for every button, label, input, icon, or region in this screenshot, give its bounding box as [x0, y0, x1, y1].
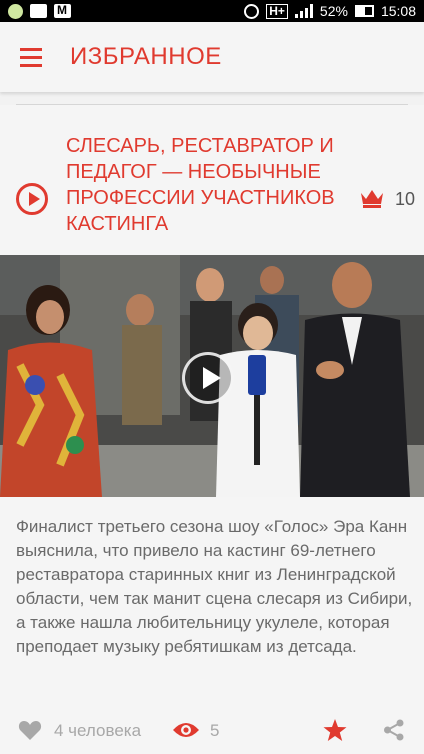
status-bar: H+ 52% 15:08 [0, 0, 424, 22]
battery-percent: 52% [319, 3, 348, 19]
article-title[interactable]: СЛЕСАРЬ, РЕСТАВРАТОР И ПЕДАГОГ — НЕОБЫЧН… [66, 133, 346, 237]
share-icon[interactable] [383, 719, 405, 741]
star-icon[interactable] [323, 718, 347, 742]
network-type: H+ [266, 3, 288, 19]
battery-icon [354, 5, 374, 17]
play-icon[interactable] [16, 183, 48, 215]
image-icon [30, 4, 47, 18]
article-header[interactable]: СЛЕСАРЬ, РЕСТАВРАТОР И ПЕДАГОГ — НЕОБЫЧН… [0, 125, 424, 240]
views-count: 5 [210, 721, 220, 740]
article-image[interactable] [0, 255, 424, 497]
notification-icon [8, 3, 23, 19]
video-play-icon[interactable] [182, 352, 234, 404]
page-title: ИЗБРАННОЕ [70, 43, 222, 70]
eye-icon [173, 723, 199, 737]
crown-count: 10 [395, 189, 416, 209]
hamburger-menu-icon[interactable] [4, 30, 58, 84]
article-card[interactable]: СЛЕСАРЬ, РЕСТАВРАТОР И ПЕДАГОГ — НЕОБЫЧН… [0, 105, 424, 754]
mail-icon [54, 3, 71, 18]
clock: 15:08 [380, 3, 416, 19]
heart-icon[interactable] [18, 719, 42, 741]
likes-count: 4 человека [54, 721, 142, 740]
article-actions: 4 человека 5 [0, 711, 424, 751]
alarm-icon [244, 3, 260, 19]
crown-icon [361, 190, 383, 208]
signal-icon [294, 4, 313, 18]
app-bar: ИЗБРАННОЕ [0, 22, 424, 92]
article-description: Финалист третьего сезона шоу «Голос» Эра… [16, 517, 413, 656]
